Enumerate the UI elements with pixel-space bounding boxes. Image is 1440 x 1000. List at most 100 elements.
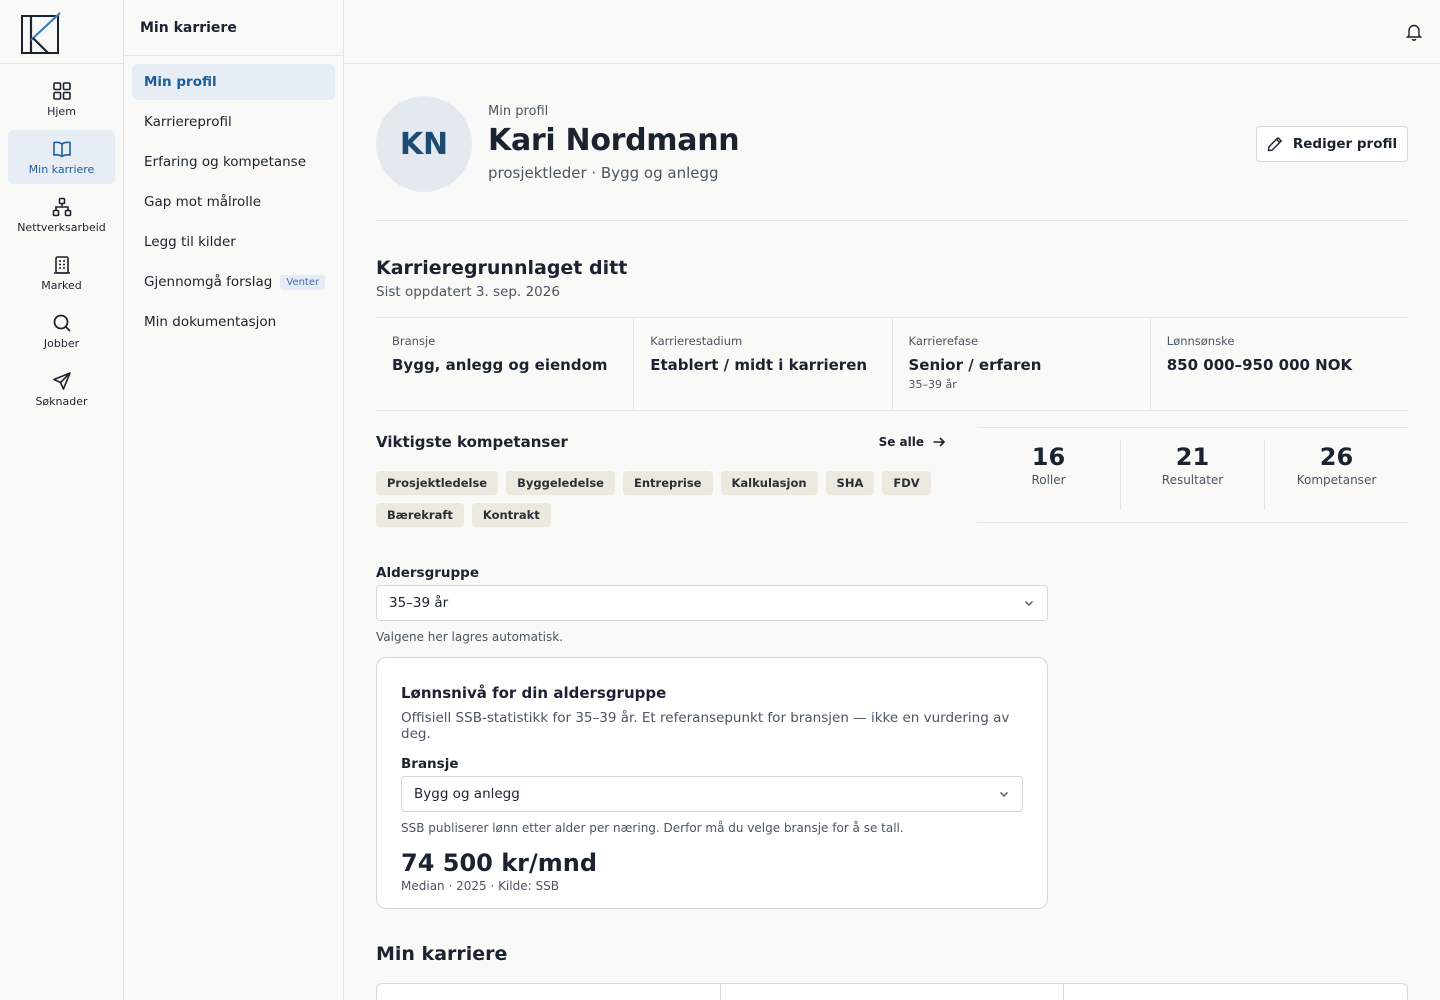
competency-chip: FDV <box>882 471 931 495</box>
stat-competencies: 26 Kompetanser <box>1265 440 1408 510</box>
salary-meta: Median · 2025 · Kilde: SSB <box>401 879 559 893</box>
fact-label: Bransje <box>392 334 436 348</box>
subnav-label: Gjennomgå forslag <box>144 274 273 290</box>
competencies-row: Viktigste kompetanser Se alle Prosjektle… <box>376 411 1408 561</box>
see-all-label: Se alle <box>878 435 924 449</box>
stat-label: Resultater <box>1161 473 1224 487</box>
career-card[interactable] <box>721 984 1065 1000</box>
foundation-updated: Sist oppdatert 3. sep. 2026 <box>376 284 560 300</box>
competency-chip: Prosjektledelse <box>376 471 499 495</box>
competency-chip: Kontrakt <box>471 503 551 527</box>
industry-hint: SSB publiserer lønn etter alder per næri… <box>401 821 904 835</box>
competency-chip: Entreprise <box>622 471 713 495</box>
fact-value: Senior / erfaren <box>908 356 1042 374</box>
status-badge: Venter <box>280 274 326 290</box>
career-card[interactable] <box>377 984 721 1000</box>
stat-results: 21 Resultater <box>1121 440 1265 510</box>
fact-label: Karrierestadium <box>650 334 743 348</box>
chevron-down-icon <box>1000 792 1008 797</box>
salary-card-desc: Offisiell SSB-statistikk for 35–39 år. E… <box>401 710 1010 742</box>
stat-value: 16 <box>1031 443 1066 471</box>
chevron-down-icon <box>1025 601 1033 606</box>
fact-sub: 35–39 år <box>908 378 957 391</box>
subnav-item-review-suggestions[interactable]: Gjennomgå forslag Venter <box>132 264 335 300</box>
rail-nav: Hjem Min karriere Nettverksarbeid Marked <box>0 64 123 416</box>
rail-item-networking[interactable]: Nettverksarbeid <box>8 188 115 242</box>
competencies-header: Viktigste kompetanser Se alle <box>376 433 946 451</box>
industry-label: Bransje <box>401 756 459 772</box>
career-subnav: Min karriere Min profil Karriereprofil E… <box>124 0 344 1000</box>
subnav-item-my-profile[interactable]: Min profil <box>132 64 335 100</box>
age-group-section: Aldersgruppe 35–39 år Valgene her lagres… <box>376 565 1048 644</box>
search-icon <box>53 314 71 332</box>
edit-profile-button[interactable]: Rediger profil <box>1256 126 1408 162</box>
subnav-item-documentation[interactable]: Min dokumentasjon <box>132 304 335 340</box>
industry-select[interactable]: Bygg og anlegg <box>401 776 1023 812</box>
career-cards <box>376 983 1408 1000</box>
subnav-title: Min karriere <box>124 0 343 56</box>
subnav-item-add-sources[interactable]: Legg til kilder <box>132 224 335 260</box>
avatar: KN <box>376 96 472 192</box>
bell-icon[interactable] <box>1406 23 1422 41</box>
industry-value: Bygg og anlegg <box>414 786 520 802</box>
edit-profile-label: Rediger profil <box>1292 136 1398 152</box>
rail-label: Min karriere <box>28 162 95 176</box>
subnav-label: Min dokumentasjon <box>144 314 277 330</box>
grid-icon <box>52 81 71 100</box>
fact-label: Lønnsønske <box>1166 334 1235 348</box>
salary-card-title: Lønnsnivå for din aldersgruppe <box>401 684 667 702</box>
fact-career-phase: Karrierefase Senior / erfaren 35–39 år <box>893 318 1151 410</box>
rail-item-career[interactable]: Min karriere <box>8 130 115 184</box>
rail-label: Hjem <box>47 104 76 118</box>
rail-item-home[interactable]: Hjem <box>8 72 115 126</box>
rail-item-market[interactable]: Marked <box>8 246 115 300</box>
profile-stats: 16 Roller 21 Resultater 26 Kompetanser <box>977 427 1408 523</box>
see-all-link[interactable]: Se alle <box>879 435 946 449</box>
profile-header: KN Min profil Kari Nordmann prosjektlede… <box>376 96 1408 221</box>
subnav-label: Gap mot målrolle <box>144 194 262 210</box>
industry-field: Bransje Bygg og anlegg <box>401 756 1023 812</box>
subnav-label: Min profil <box>144 74 217 90</box>
competency-chip: Byggeledelse <box>506 471 615 495</box>
age-group-select[interactable]: 35–39 år <box>376 585 1048 621</box>
stat-label: Roller <box>1031 473 1066 487</box>
stat-label: Kompetanser <box>1296 473 1377 487</box>
salary-card: Lønnsnivå for din aldersgruppe Offisiell… <box>376 657 1048 909</box>
fact-industry: Bransje Bygg, anlegg og eiendom <box>376 318 635 410</box>
subnav-label: Karriereprofil <box>144 114 232 130</box>
fact-salary-wish: Lønnsønske 850 000–950 000 NOK <box>1151 318 1408 410</box>
competency-chip: Bærekraft <box>376 503 464 527</box>
foundation-facts: Bransje Bygg, anlegg og eiendom Karriere… <box>376 317 1408 411</box>
logo-icon <box>21 12 61 54</box>
foundation-title: Karrieregrunnlaget ditt <box>376 257 628 279</box>
network-icon <box>52 197 71 216</box>
rail-item-jobs[interactable]: Jobber <box>8 304 115 358</box>
fact-label: Karrierefase <box>908 334 979 348</box>
main-content: KN Min profil Kari Nordmann prosjektlede… <box>376 96 1408 1000</box>
rail-item-applications[interactable]: Søknader <box>8 362 115 416</box>
stat-value: 21 <box>1175 443 1210 471</box>
subnav-item-career-profile[interactable]: Karriereprofil <box>132 104 335 140</box>
subnav-item-experience[interactable]: Erfaring og kompetanse <box>132 144 335 180</box>
rail-label: Søknader <box>35 394 88 408</box>
age-group-value: 35–39 år <box>389 595 449 611</box>
page-eyebrow: Min profil <box>488 104 549 119</box>
competency-chip: Kalkulasjon <box>720 471 818 495</box>
competencies-panel: Viktigste kompetanser Se alle Prosjektle… <box>376 433 946 527</box>
app-logo[interactable] <box>0 0 123 64</box>
app-rail: Hjem Min karriere Nettverksarbeid Marked <box>0 0 124 1000</box>
subnav-item-gap[interactable]: Gap mot målrolle <box>132 184 335 220</box>
profile-name: Kari Nordmann <box>488 123 740 158</box>
pencil-icon <box>1267 137 1282 152</box>
salary-amount: 74 500 kr/mnd <box>401 849 598 877</box>
stat-roles: 16 Roller <box>977 440 1121 510</box>
fact-value: Etablert / midt i karrieren <box>650 356 868 374</box>
profile-role: prosjektleder · Bygg og anlegg <box>488 164 719 182</box>
competency-chip: SHA <box>825 471 875 495</box>
fact-value: 850 000–950 000 NOK <box>1166 356 1353 374</box>
subnav-label: Legg til kilder <box>144 234 236 250</box>
career-card[interactable] <box>1064 984 1407 1000</box>
competency-chips: Prosjektledelse Byggeledelse Entreprise … <box>376 471 936 527</box>
age-group-label: Aldersgruppe <box>376 565 480 581</box>
stat-value: 26 <box>1319 443 1354 471</box>
